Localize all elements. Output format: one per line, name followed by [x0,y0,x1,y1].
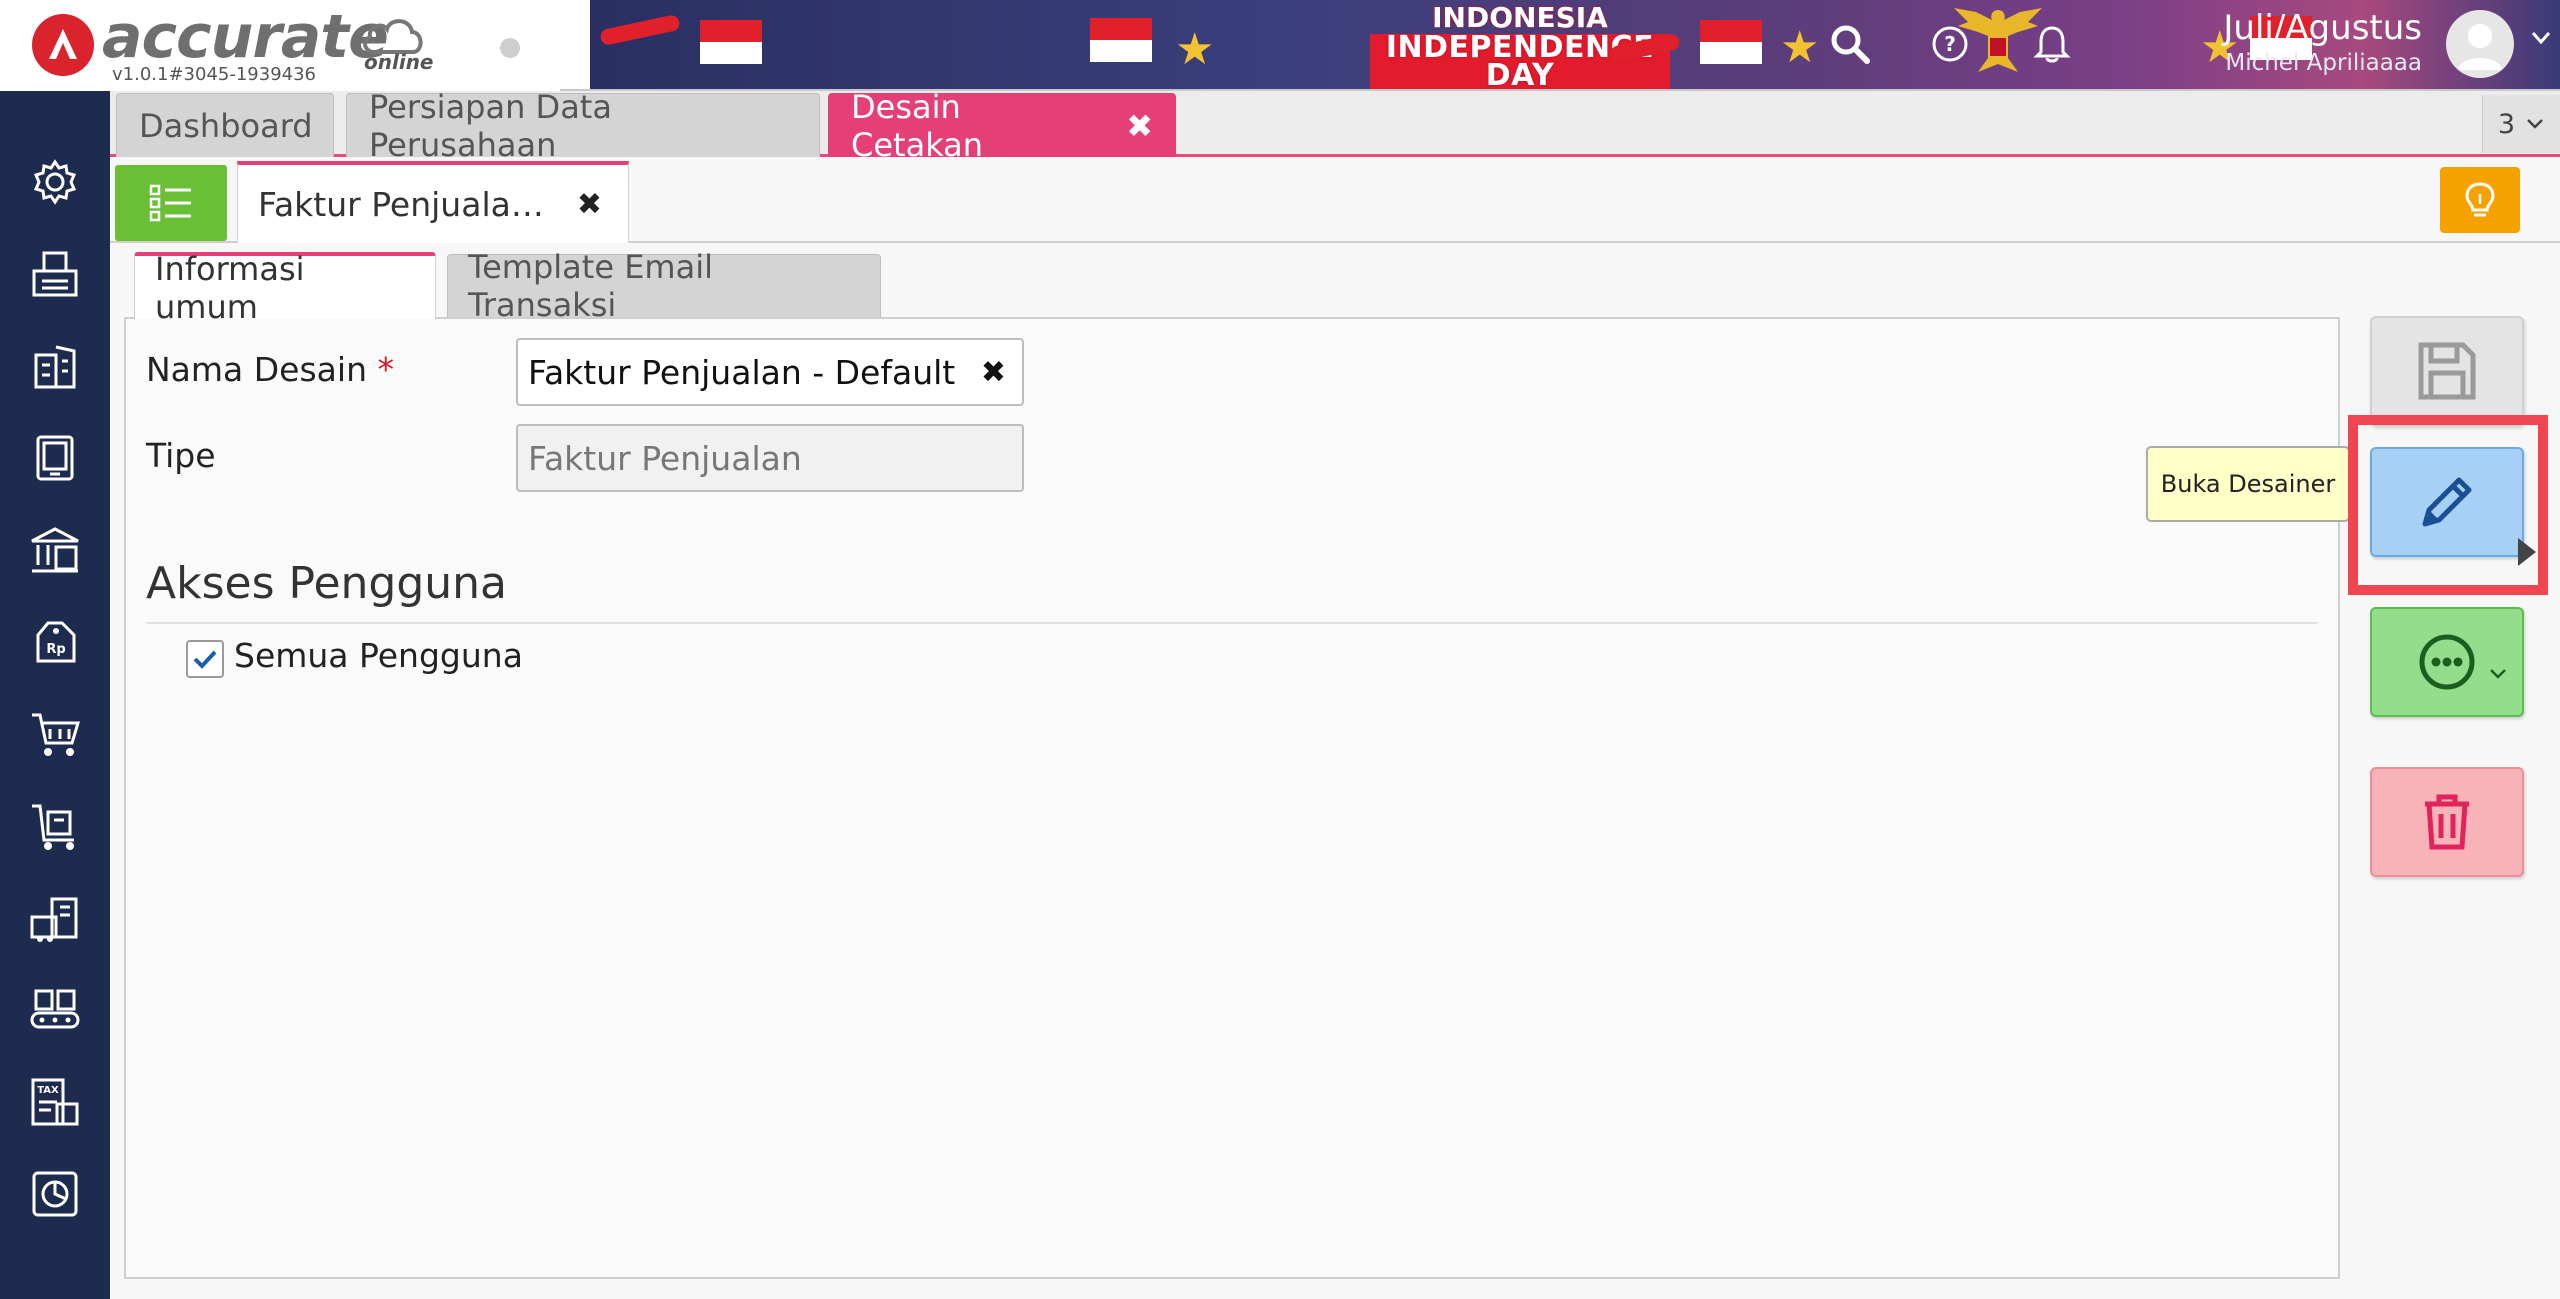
report-icon[interactable] [28,1167,82,1221]
section-title-akses: Akses Pengguna [146,558,508,609]
svg-text:?: ? [1944,32,1956,56]
tab-template-email[interactable]: Template Email Transaksi [447,248,881,324]
accurate-logo-icon [32,14,94,76]
star-icon: ★ [1780,22,1820,73]
tab-count: 3 [2497,108,2516,140]
flag-icon [1090,18,1152,62]
tab-count-dropdown[interactable]: 3 [2482,95,2560,153]
bell-icon[interactable] [2028,20,2076,68]
conveyor-icon[interactable] [28,983,82,1037]
semua-pengguna-label: Semua Pengguna [234,636,523,675]
nama-desain-input[interactable]: Faktur Penjualan - Default ✖ [516,338,1024,406]
ledger-icon[interactable] [28,431,82,485]
chevron-down-icon[interactable] [2530,30,2552,50]
user-name[interactable]: Michel Apriliaaaa [2225,50,2422,76]
star-icon: ★ [1175,24,1215,75]
nama-desain-label: Nama Desain * [146,350,394,389]
list-icon [149,184,191,222]
help-icon[interactable]: ? [1926,20,1974,68]
bank-icon[interactable] [28,523,82,577]
nama-desain-value: Faktur Penjualan - Default [528,352,956,392]
clear-icon[interactable]: ✖ [981,355,1006,390]
tab-dashboard[interactable]: Dashboard [116,93,334,157]
logo-text: accurate [102,2,389,72]
avatar-icon[interactable] [2446,10,2514,78]
chevron-down-icon [2490,669,2506,679]
sidebar: Rp TAX [0,91,110,1299]
banner-line2: INDEPENDENCE DAY [1370,33,1670,89]
tab-label: Faktur Penjuala… [258,184,544,224]
chevron-down-icon [2527,119,2543,129]
tab-label: Informasi umum [155,249,305,326]
independence-day-banner: ★ INDONESIA INDEPENDENCE DAY ★ ★ ? Juli/… [590,0,2560,89]
delete-button[interactable] [2370,767,2524,877]
close-tab-icon[interactable]: ✖ [577,187,602,222]
status-dot [500,38,520,58]
tax-icon[interactable]: TAX [28,1075,82,1129]
tipe-field: Faktur Penjualan [516,424,1024,492]
price-tag-icon[interactable]: Rp [28,615,82,669]
tab-label: Desain Cetakan [851,87,984,164]
form-panel [124,317,2340,1279]
period-label[interactable]: Juli/Agustus [2223,8,2422,48]
warehouse-icon[interactable] [28,891,82,945]
logo-online: online [364,50,434,74]
lightbulb-icon [2465,182,2495,217]
flag-icon [700,20,762,64]
svg-text:Rp: Rp [46,642,65,657]
nama-desain-text: Nama Desain [146,350,367,389]
required-mark: * [377,350,394,389]
tipe-value: Faktur Penjualan [528,438,802,478]
tab-label: Persiapan Data Perusahaan [369,87,612,164]
semua-pengguna-checkbox[interactable] [186,640,224,678]
ribbon-decoration [599,13,681,47]
tipe-label: Tipe [146,436,216,475]
more-icon [2419,634,2475,690]
app-header: accurate online v1.0.1#3045-1939436 ★ IN… [0,0,2560,91]
logo-area[interactable]: accurate online v1.0.1#3045-1939436 [0,0,560,91]
list-view-button[interactable] [115,165,227,241]
module-tab-bar: Dashboard Persiapan Data Perusahaan Desa… [110,88,2560,164]
purchase-cart-icon[interactable] [28,799,82,853]
tab-label: Dashboard [139,106,313,145]
tab-desain-cetakan[interactable]: Desain Cetakan ✖ [828,88,1176,164]
app-version: v1.0.1#3045-1939436 [112,64,317,85]
save-button[interactable] [2370,316,2524,426]
mouse-cursor-icon [2518,538,2536,566]
save-icon [2418,342,2476,400]
more-actions-button[interactable] [2370,607,2524,717]
tab-faktur-penjualan[interactable]: Faktur Penjuala… ✖ [237,161,629,243]
gear-icon[interactable] [28,155,82,209]
tooltip-buka-desainer: Buka Desainer [2146,446,2350,522]
tips-button[interactable] [2440,167,2520,233]
section-divider [146,622,2318,624]
tab-informasi-umum[interactable]: Informasi umum [134,250,436,326]
close-tab-icon[interactable]: ✖ [1126,107,1153,145]
search-icon[interactable] [1826,20,1874,68]
trash-icon [2425,794,2469,850]
building-icon[interactable] [28,339,82,393]
tab-persiapan-data[interactable]: Persiapan Data Perusahaan [346,88,820,164]
flag-icon [1700,20,1762,64]
fax-icon[interactable] [28,247,82,301]
svg-text:TAX: TAX [37,1085,59,1096]
checkmark-icon [193,650,217,669]
document-tab-bar: Faktur Penjuala… ✖ [110,157,2560,243]
cart-icon[interactable] [28,707,82,761]
tab-label: Template Email Transaksi [468,248,713,324]
